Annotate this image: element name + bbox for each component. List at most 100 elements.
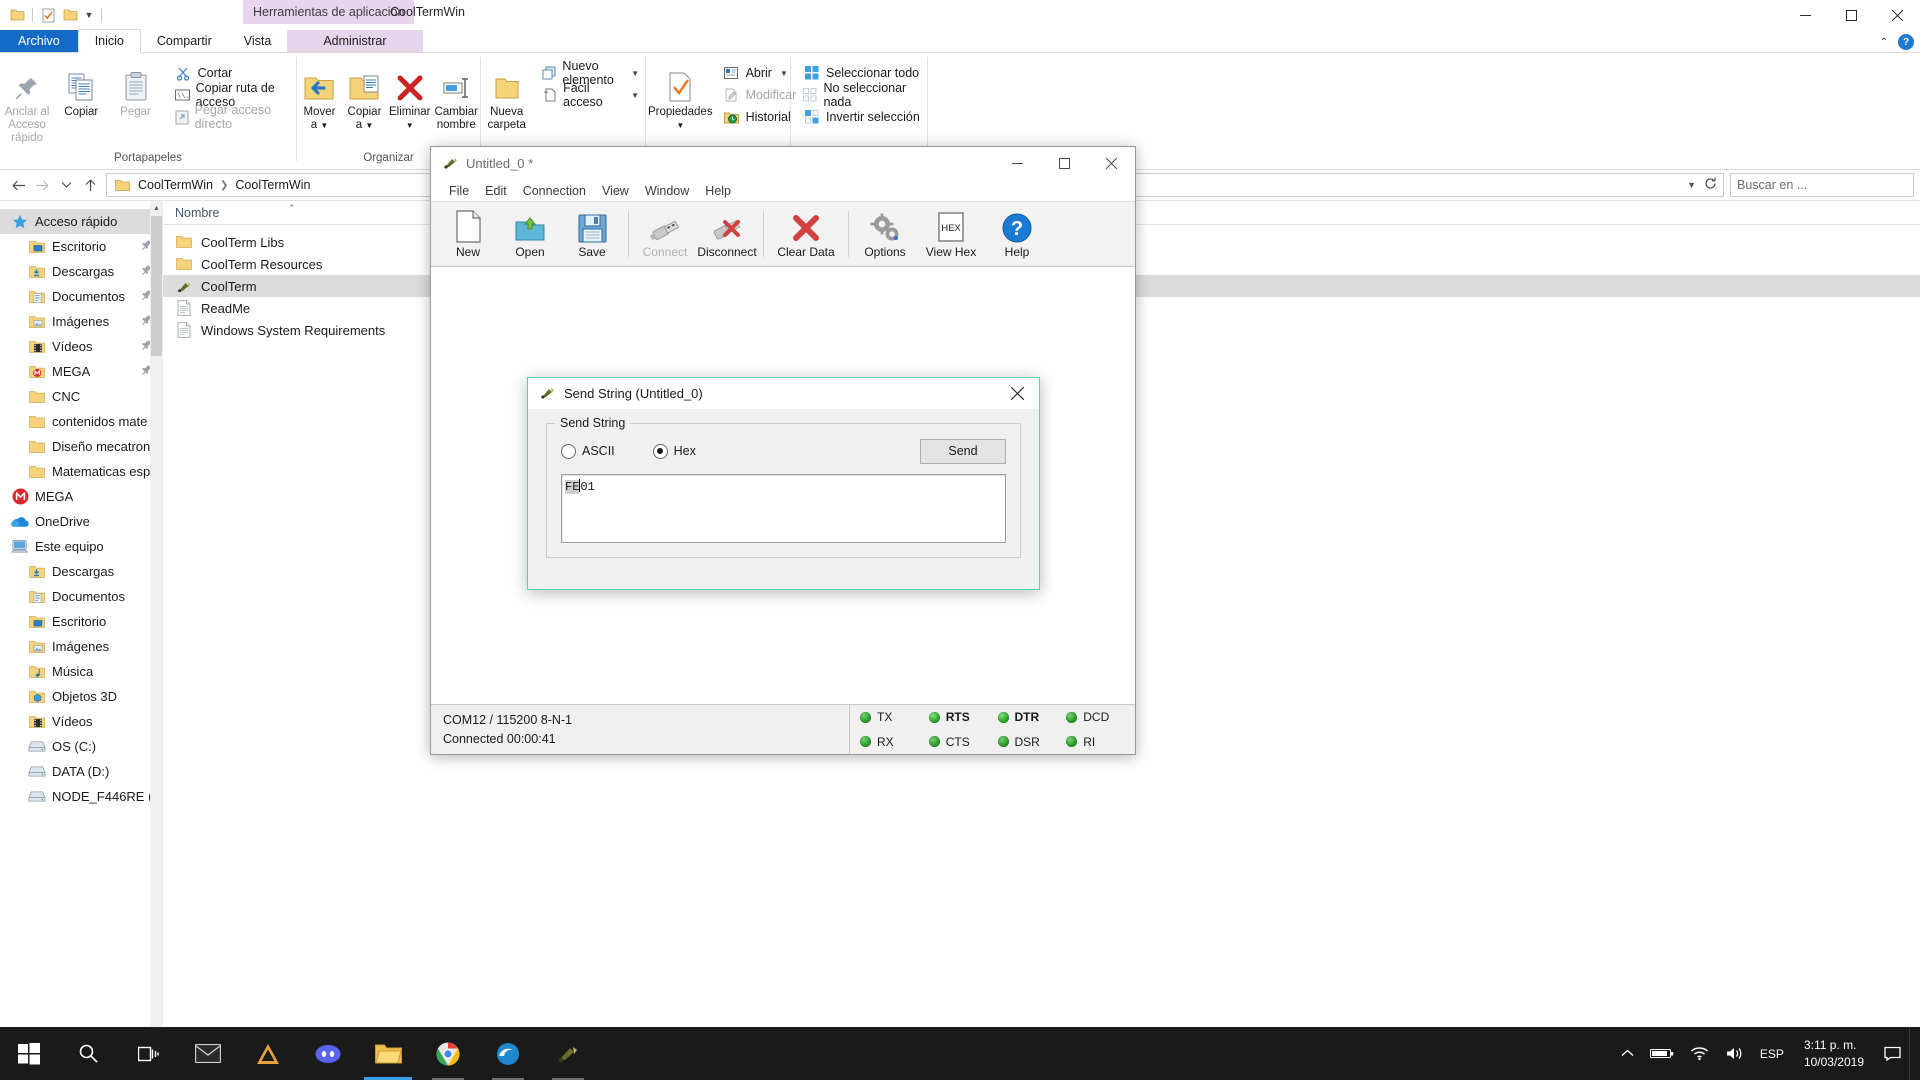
column-header-nombre[interactable]: Nombre xyxy=(175,206,219,220)
volume-icon[interactable] xyxy=(1717,1027,1752,1080)
nav-item-descargas[interactable]: Descargas xyxy=(0,259,163,284)
nav-item-acceso-r-pido[interactable]: Acceso rápido xyxy=(0,209,163,234)
collapse-ribbon-icon[interactable]: ⌃ xyxy=(1880,37,1888,48)
coolterm-menu-view[interactable]: View xyxy=(594,180,637,201)
delete-button[interactable]: Eliminar▼ xyxy=(387,59,433,132)
notifications-icon[interactable] xyxy=(1876,1027,1909,1080)
ascii-radio[interactable]: ASCII xyxy=(561,444,615,459)
toolbar-clear-data-button[interactable]: Clear Data xyxy=(769,204,843,264)
coolterm-minimize-button[interactable] xyxy=(994,147,1041,180)
back-button[interactable] xyxy=(6,173,30,197)
taskbar-discord-icon[interactable] xyxy=(298,1027,358,1080)
hex-radio[interactable]: Hex xyxy=(653,444,696,459)
tab-compartir[interactable]: Compartir xyxy=(141,30,228,52)
coolterm-menu-connection[interactable]: Connection xyxy=(515,180,594,201)
refresh-icon[interactable] xyxy=(1704,177,1717,193)
toolbar-options-button[interactable]: Options xyxy=(854,204,916,264)
copy-to-button[interactable]: Copiara ▼ xyxy=(342,59,387,132)
select-all-button[interactable]: Seleccionar todo xyxy=(797,63,927,83)
language-indicator[interactable]: ESP xyxy=(1752,1027,1792,1080)
new-item-button[interactable]: Nuevo elemento ▼ xyxy=(536,63,645,83)
copy-button[interactable]: Copiar xyxy=(54,59,108,119)
close-button[interactable] xyxy=(1874,0,1920,30)
easy-access-button[interactable]: Fácil acceso ▼ xyxy=(536,85,645,105)
nav-item-v-deos[interactable]: Vídeos xyxy=(0,709,163,734)
nav-item-os-c[interactable]: OS (C:) xyxy=(0,734,163,759)
invert-selection-button[interactable]: Invertir selección xyxy=(797,107,927,127)
taskbar-file-explorer-icon[interactable] xyxy=(358,1027,418,1080)
maximize-button[interactable] xyxy=(1828,0,1874,30)
paste-button[interactable]: Pegar xyxy=(108,59,162,119)
open-button[interactable]: Abrir ▼ xyxy=(717,63,803,83)
toolbar-disconnect-button[interactable]: Disconnect xyxy=(696,204,758,264)
history-button[interactable]: Historial xyxy=(717,107,803,127)
copy-path-button[interactable]: \\.. Copiar ruta de acceso xyxy=(169,85,296,105)
show-hidden-icons-icon[interactable] xyxy=(1613,1027,1642,1080)
tab-vista[interactable]: Vista xyxy=(228,30,288,52)
new-folder-icon[interactable] xyxy=(59,4,81,26)
coolterm-menu-file[interactable]: File xyxy=(441,180,477,201)
start-button[interactable] xyxy=(0,1027,58,1080)
scrollbar-thumb[interactable] xyxy=(151,216,162,356)
scroll-up-arrow[interactable]: ▲ xyxy=(150,201,163,215)
select-none-button[interactable]: No seleccionar nada xyxy=(797,85,927,105)
breadcrumb-item-0[interactable]: CoolTermWin xyxy=(134,175,217,195)
breadcrumb-item-1[interactable]: CoolTermWin xyxy=(231,175,314,195)
nav-item-v-deos[interactable]: Vídeos xyxy=(0,334,163,359)
search-button[interactable] xyxy=(58,1027,118,1080)
properties-icon[interactable] xyxy=(37,4,59,26)
nav-item-node-f446re-f[interactable]: NODE_F446RE (F xyxy=(0,784,163,809)
toolbar-view-hex-button[interactable]: HEX View Hex xyxy=(916,204,986,264)
tab-administrar[interactable]: Administrar xyxy=(287,30,422,52)
toolbar-save-button[interactable]: Save xyxy=(561,204,623,264)
battery-icon[interactable] xyxy=(1642,1027,1682,1080)
properties-button[interactable]: Propiedades▼ xyxy=(646,59,715,132)
toolbar-open-button[interactable]: Open xyxy=(499,204,561,264)
coolterm-menu-window[interactable]: Window xyxy=(637,180,697,201)
new-folder-button[interactable]: Nuevacarpeta xyxy=(481,59,532,132)
nav-item-mega[interactable]: MEGA xyxy=(0,359,163,384)
rename-button[interactable]: Cambiarnombre xyxy=(433,59,480,132)
cut-button[interactable]: Cortar xyxy=(169,63,296,83)
nav-item-objetos-3d[interactable]: Objetos 3D xyxy=(0,684,163,709)
nav-item-descargas[interactable]: Descargas xyxy=(0,559,163,584)
nav-item-mega[interactable]: MEGA xyxy=(0,484,163,509)
nav-item-cnc[interactable]: CNC xyxy=(0,384,163,409)
toolbar-connect-button[interactable]: Connect xyxy=(634,204,696,264)
forward-button[interactable] xyxy=(30,173,54,197)
toolbar-help-button[interactable]: ? Help xyxy=(986,204,1048,264)
nav-item-escritorio[interactable]: Escritorio xyxy=(0,609,163,634)
show-desktop-button[interactable] xyxy=(1909,1027,1920,1080)
customize-dropdown-icon[interactable]: ▼ xyxy=(81,6,97,24)
coolterm-close-button[interactable] xyxy=(1088,147,1135,180)
nav-item-data-d[interactable]: DATA (D:) xyxy=(0,759,163,784)
nav-item-im-genes[interactable]: Imágenes xyxy=(0,309,163,334)
pin-to-quick-access-button[interactable]: Anclar alAcceso rápido xyxy=(0,59,54,145)
taskbar-autodesk-icon[interactable] xyxy=(238,1027,298,1080)
search-input[interactable]: Buscar en ... xyxy=(1730,173,1914,197)
tab-inicio[interactable]: Inicio xyxy=(78,29,141,53)
nav-item-im-genes[interactable]: Imágenes xyxy=(0,634,163,659)
nav-item-m-sica[interactable]: Música xyxy=(0,659,163,684)
taskbar-edge-icon[interactable] xyxy=(478,1027,538,1080)
recent-locations-button[interactable] xyxy=(54,173,78,197)
nav-item-documentos[interactable]: Documentos xyxy=(0,584,163,609)
move-to-button[interactable]: Movera ▼ xyxy=(297,59,342,132)
chevron-down-icon[interactable]: ▼ xyxy=(1687,180,1696,190)
toolbar-new-button[interactable]: New xyxy=(437,204,499,264)
coolterm-menu-help[interactable]: Help xyxy=(697,180,739,201)
coolterm-menu-edit[interactable]: Edit xyxy=(477,180,515,201)
wifi-icon[interactable] xyxy=(1682,1027,1717,1080)
task-view-button[interactable] xyxy=(118,1027,178,1080)
up-button[interactable] xyxy=(78,173,102,197)
nav-item-dise-o-mecatron[interactable]: Diseño mecatron xyxy=(0,434,163,459)
taskbar-chrome-icon[interactable] xyxy=(418,1027,478,1080)
send-button[interactable]: Send xyxy=(920,439,1006,464)
coolterm-maximize-button[interactable] xyxy=(1041,147,1088,180)
taskbar-coolterm-icon[interactable] xyxy=(538,1027,598,1080)
send-string-close-button[interactable] xyxy=(995,378,1039,409)
nav-item-documentos[interactable]: Documentos xyxy=(0,284,163,309)
nav-item-escritorio[interactable]: Escritorio xyxy=(0,234,163,259)
nav-item-onedrive[interactable]: OneDrive xyxy=(0,509,163,534)
nav-scrollbar[interactable]: ▲ ▼ xyxy=(150,201,163,1055)
